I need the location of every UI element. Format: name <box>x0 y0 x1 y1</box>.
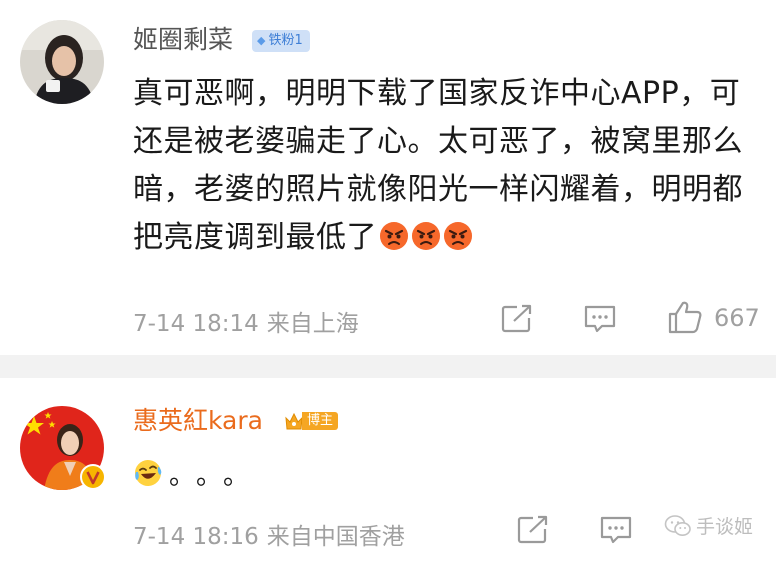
watermark-text: 手谈姬 <box>696 516 754 538</box>
angry-face-emoji <box>444 222 472 250</box>
like-count: 667 <box>714 304 760 332</box>
blogger-badge: 博主 <box>284 410 339 432</box>
fan-level-badge: ◆ 铁粉1 <box>252 30 310 52</box>
share-icon[interactable] <box>500 304 534 334</box>
comment-text-body: 。。。 <box>169 460 264 491</box>
comment-icon[interactable] <box>599 515 633 545</box>
laughing-tears-face-emoji <box>135 460 162 486</box>
thumbs-up-icon[interactable] <box>667 300 703 334</box>
wechat-icon <box>664 514 691 536</box>
watermark: 手谈姬 <box>664 512 753 539</box>
comment-meta: 7-14 18:14 来自上海 <box>133 304 359 338</box>
avatar[interactable] <box>20 20 104 104</box>
comment-time: 7-14 18:16 <box>133 524 259 550</box>
comment-meta: 7-14 18:16 来自中国香港 <box>133 517 405 551</box>
username[interactable]: 姬圈剩菜 <box>133 25 233 55</box>
comment-text: 。。。 <box>133 456 264 491</box>
comment-divider <box>0 355 776 378</box>
comment-item: 姬圈剩菜 ◆ 铁粉1 真可恶啊，明明下载了国家反诈中心APP，可还是被老婆骗走了… <box>0 0 776 355</box>
comment-location: 来自中国香港 <box>266 524 405 550</box>
username[interactable]: 惠英紅kara <box>133 406 263 436</box>
comment-text: 真可恶啊，明明下载了国家反诈中心APP，可还是被老婆骗走了心。太可恶了，被窝里那… <box>133 70 763 262</box>
verified-v-icon <box>80 464 106 490</box>
share-icon[interactable] <box>516 515 550 545</box>
comment-item: 惠英紅kara 博主 。。。 7-14 18:16 来自中国香港 <box>0 378 776 561</box>
fan-badge-label: 铁粉1 <box>268 33 303 48</box>
comment-icon[interactable] <box>583 304 617 334</box>
angry-face-emoji <box>412 222 440 250</box>
crown-icon <box>285 412 303 430</box>
comment-location: 来自上海 <box>266 311 359 337</box>
diamond-icon: ◆ <box>257 34 266 47</box>
angry-face-emoji <box>380 222 408 250</box>
blogger-badge-label: 博主 <box>302 412 339 430</box>
comment-time: 7-14 18:14 <box>133 311 259 337</box>
